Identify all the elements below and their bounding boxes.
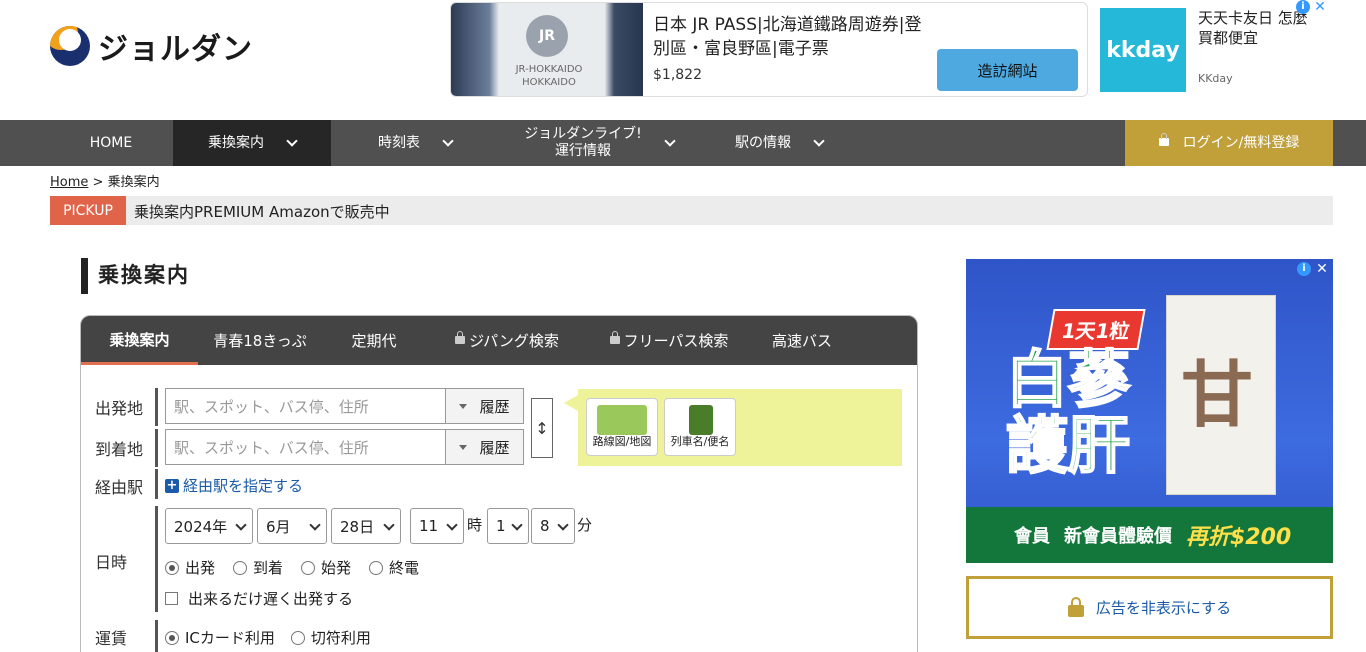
hide-ads-button[interactable]: 広告を非表示にする xyxy=(966,576,1333,639)
chevron-down-icon xyxy=(813,135,825,147)
radio-first-train[interactable]: 始発 xyxy=(301,557,351,578)
year-select[interactable]: 2024年 xyxy=(165,508,253,544)
via-label: 経由駅 xyxy=(95,478,144,497)
lock-icon xyxy=(1067,596,1084,617)
late-departure-checkbox[interactable]: 出来るだけ遅く出発する xyxy=(165,588,353,609)
datetime-label: 日時 xyxy=(95,553,128,572)
product-box: 甘 xyxy=(1166,295,1276,495)
hour-select[interactable]: 11 xyxy=(410,508,464,544)
breadcrumb-home[interactable]: Home xyxy=(50,175,88,190)
to-label: 到着地 xyxy=(95,440,144,459)
top-side-ad[interactable]: kkday 天天卡友日 怎麼買都便宜 KKday xyxy=(1100,8,1340,98)
route-map-button[interactable]: 路線図/地図 xyxy=(586,398,658,456)
site-logo[interactable]: ジョルダン xyxy=(50,24,253,68)
to-history-button[interactable]: 履歴 xyxy=(445,429,524,465)
from-input[interactable]: 駅、スポット、バス停、住所 xyxy=(165,388,447,424)
day-select[interactable]: 28日 xyxy=(331,508,401,544)
triangle-down-icon xyxy=(459,444,468,450)
route-map-icon xyxy=(597,405,647,435)
breadcrumb-current: 乗換案内 xyxy=(107,175,160,190)
train-name-button[interactable]: 列車名/便名 xyxy=(664,398,736,456)
main-nav: HOME 乗換案内 時刻表 ジョルダンライブ! 運行情報 駅の情報 ログイン/無… xyxy=(0,120,1366,166)
adchoices-icon[interactable]: i xyxy=(1297,262,1311,276)
radio-arrival[interactable]: 到着 xyxy=(233,557,283,578)
chevron-down-icon xyxy=(442,135,454,147)
lock-icon xyxy=(1158,133,1169,146)
route-search-panel: 乗換案内 青春18きっぷ 定期代 ジパング検索 フリーパス検索 高速バス 出発地… xyxy=(80,315,918,652)
map-search-box: 路線図/地図 列車名/便名 xyxy=(564,389,902,466)
chevron-down-icon xyxy=(664,135,676,147)
chevron-down-icon xyxy=(309,519,321,531)
tab-zipangu[interactable]: ジパング検索 xyxy=(426,316,588,365)
nav-timetable[interactable]: 時刻表 xyxy=(331,120,499,166)
jr-logo-icon: JR xyxy=(526,15,568,57)
chevron-down-icon xyxy=(446,519,458,531)
nav-login[interactable]: ログイン/無料登録 xyxy=(1125,120,1333,166)
nav-station-info[interactable]: 駅の情報 xyxy=(699,120,859,166)
ad-headline: 白蔘 護肝 xyxy=(1005,343,1131,482)
fare-label: 運賃 xyxy=(95,629,128,648)
swap-stations-button[interactable]: ↕ xyxy=(531,398,553,458)
logo-text: ジョルダン xyxy=(98,32,253,67)
page-title: 乗換案内 xyxy=(81,258,190,294)
nav-home[interactable]: HOME xyxy=(50,120,172,166)
fare-type-radios: ICカード利用 切符利用 xyxy=(165,627,371,648)
nav-live-info[interactable]: ジョルダンライブ! 運行情報 xyxy=(499,120,699,166)
breadcrumb: Home > 乗換案内 xyxy=(50,175,160,190)
ad2-source: KKday xyxy=(1198,72,1233,85)
kkday-logo: kkday xyxy=(1100,8,1186,92)
side-banner-ad[interactable]: 1天1粒 白蔘 護肝 甘 會員 新會員體驗價 再折$200 xyxy=(966,259,1333,563)
chevron-down-icon xyxy=(235,519,247,531)
search-tabs: 乗換案内 青春18きっぷ 定期代 ジパング検索 フリーパス検索 高速バス xyxy=(81,316,917,365)
chevron-down-icon xyxy=(511,519,523,531)
tab-seishun18[interactable]: 青春18きっぷ xyxy=(198,316,322,365)
chevron-down-icon xyxy=(286,135,298,147)
logo-mark-icon xyxy=(50,26,90,66)
time-type-radios: 出発 到着 始発 終電 xyxy=(165,557,419,578)
minute-ones-select[interactable]: 8 xyxy=(531,508,575,544)
ad2-title: 天天卡友日 怎麼買都便宜 xyxy=(1198,9,1308,47)
ad-price: $1,822 xyxy=(653,67,702,83)
ad-bottom-bar: 會員 新會員體驗價 再折$200 xyxy=(966,507,1333,563)
tab-highway-bus[interactable]: 高速バス xyxy=(750,316,854,365)
tab-free-pass[interactable]: フリーパス検索 xyxy=(588,316,750,365)
ad-title: 日本 JR PASS|北海道鐵路周遊券|登別區・富良野區|電子票 xyxy=(653,15,922,59)
minute-unit: 分 xyxy=(577,516,593,534)
radio-ticket[interactable]: 切符利用 xyxy=(290,627,371,648)
to-input[interactable]: 駅、スポット、バス停、住所 xyxy=(165,429,447,465)
lock-icon xyxy=(455,330,466,344)
radio-departure[interactable]: 出発 xyxy=(165,557,215,578)
minute-tens-select[interactable]: 1 xyxy=(487,508,529,544)
lock-icon xyxy=(609,330,620,344)
chevron-down-icon xyxy=(557,519,569,531)
hour-unit: 時 xyxy=(467,516,483,534)
adchoices-icon[interactable]: i xyxy=(1296,0,1310,14)
from-label: 出発地 xyxy=(95,399,144,418)
radio-ic-card[interactable]: ICカード利用 xyxy=(165,627,275,648)
via-station-link[interactable]: + 経由駅を指定する xyxy=(165,475,303,496)
ad-close-icon[interactable]: ✕ xyxy=(1313,0,1327,14)
triangle-down-icon xyxy=(459,403,468,409)
plus-icon: + xyxy=(165,477,179,493)
pickup-text[interactable]: 乗換案内PREMIUM Amazonで販売中 xyxy=(134,201,390,222)
pickup-badge: PICKUP xyxy=(50,196,126,225)
from-history-button[interactable]: 履歴 xyxy=(445,388,524,424)
ad-close-icon[interactable]: ✕ xyxy=(1315,262,1329,276)
month-select[interactable]: 6月 xyxy=(257,508,327,544)
tab-transfer[interactable]: 乗換案内 xyxy=(81,316,198,365)
tab-commuter-pass[interactable]: 定期代 xyxy=(322,316,426,365)
ad-visit-button[interactable]: 造訪網站 xyxy=(937,49,1078,91)
radio-last-train[interactable]: 終電 xyxy=(369,557,419,578)
nav-transfer[interactable]: 乗換案内 xyxy=(173,120,331,166)
top-banner-ad[interactable]: JR JR-HOKKAIDO HOKKAIDO 日本 JR PASS|北海道鐵路… xyxy=(450,2,1088,97)
ad-image-caption: JR-HOKKAIDO HOKKAIDO xyxy=(515,64,583,88)
train-icon xyxy=(689,405,713,435)
chevron-down-icon xyxy=(383,519,395,531)
pickup-bar[interactable]: PICKUP 乗換案内PREMIUM Amazonで販売中 xyxy=(50,196,1333,225)
